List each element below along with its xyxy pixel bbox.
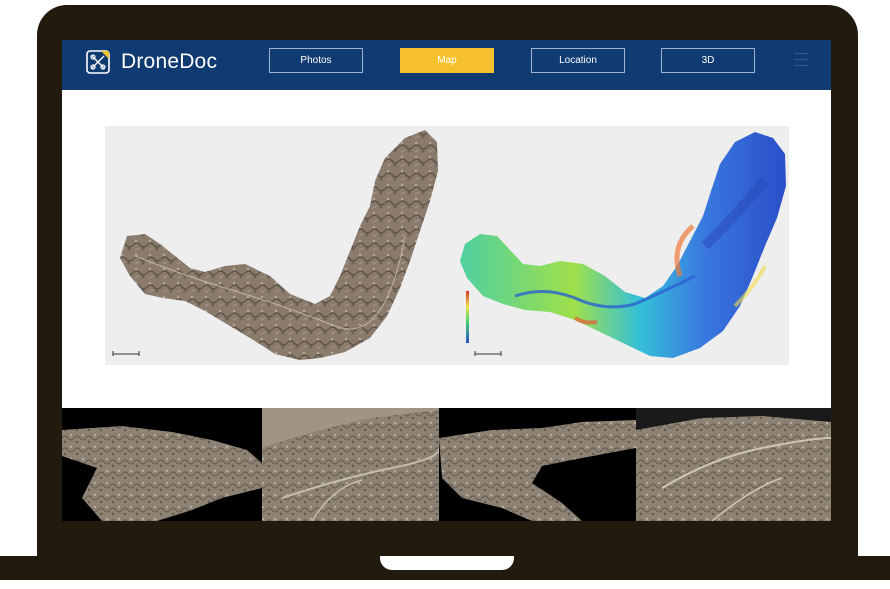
logo[interactable]: DroneDoc (84, 48, 217, 76)
thumbnail-2[interactable] (262, 408, 441, 521)
map-panel (105, 126, 789, 365)
screen: DroneDoc Photos Map Location 3D (62, 40, 831, 521)
filmstrip-frames (62, 408, 831, 521)
tab-photos[interactable]: Photos (269, 48, 363, 73)
tab-map[interactable]: Map (400, 48, 494, 73)
tab-3d[interactable]: 3D (661, 48, 755, 73)
hamburger-menu-icon[interactable] (794, 53, 808, 67)
app-name: DroneDoc (121, 50, 218, 73)
thumbnail-1[interactable] (62, 408, 262, 521)
elevation-map[interactable] (460, 132, 786, 358)
elevation-legend (466, 291, 469, 343)
drone-doc-logo-icon (86, 50, 110, 74)
ortho-scale-bar (112, 351, 140, 356)
laptop-notch (380, 556, 514, 570)
photo-filmstrip (62, 408, 831, 521)
elevation-scale-bar (474, 351, 502, 356)
thumbnail-4[interactable] (636, 408, 831, 521)
thumbnail-3[interactable] (439, 408, 636, 521)
map-views (112, 130, 786, 360)
tab-location[interactable]: Location (531, 48, 625, 73)
orthomosaic-map[interactable] (120, 130, 438, 360)
header-bar: DroneDoc Photos Map Location 3D (62, 40, 831, 90)
